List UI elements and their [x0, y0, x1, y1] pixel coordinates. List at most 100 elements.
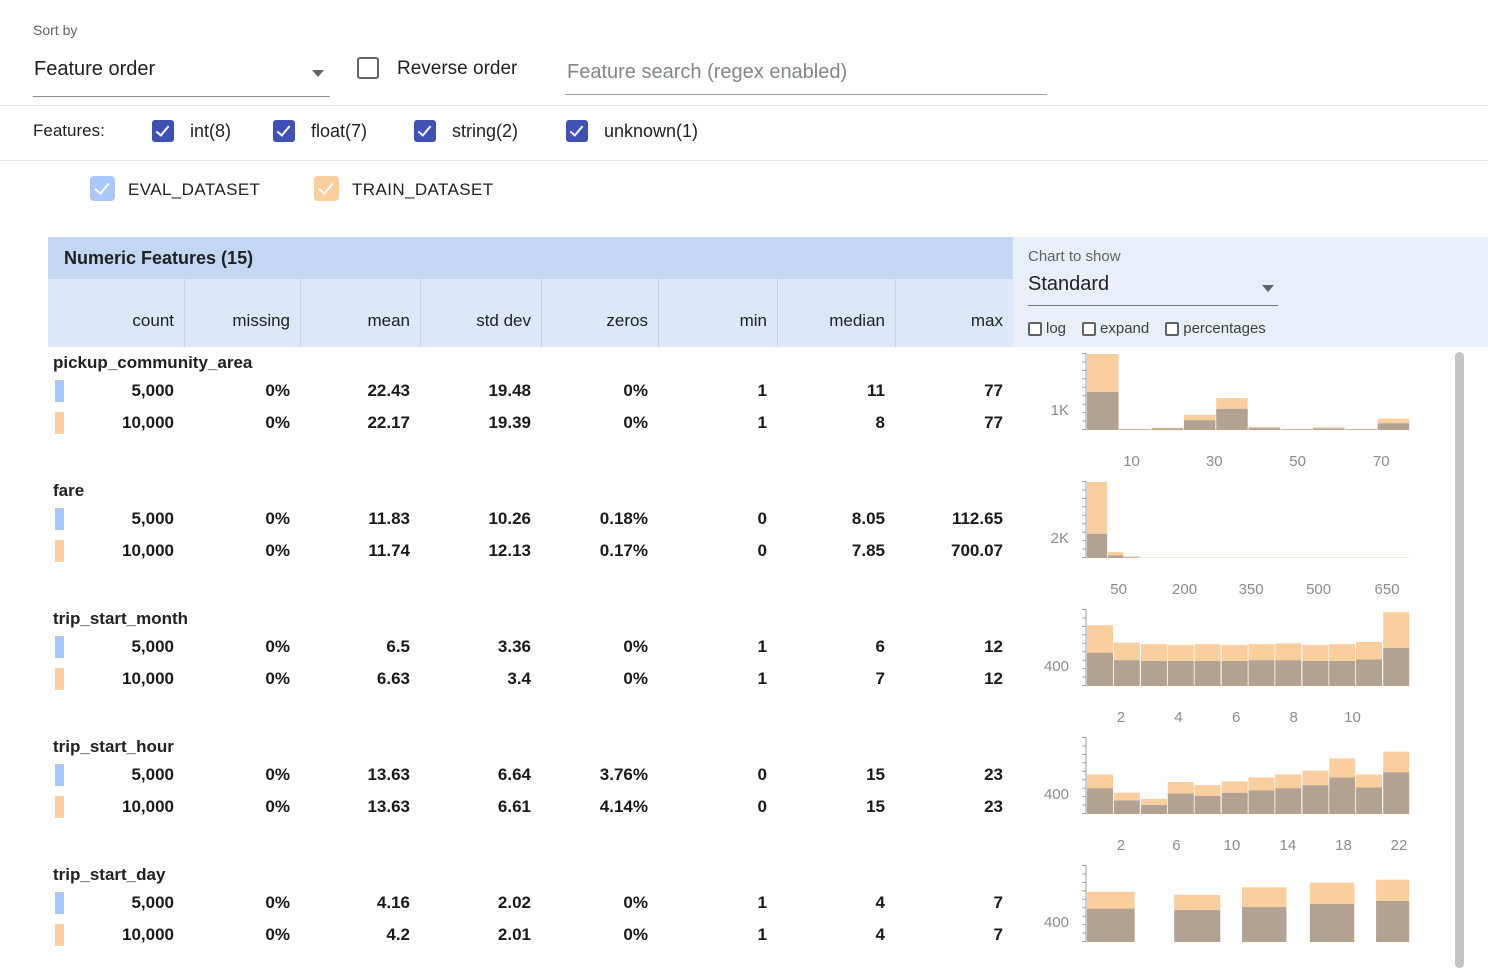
x-tick-label: 6: [1172, 837, 1180, 854]
train-stats-row: 10,0000%4.22.010%147: [48, 919, 1013, 951]
stat-value: 4: [777, 919, 895, 951]
x-tick-label: 22: [1391, 837, 1408, 854]
stat-value: 2.02: [420, 887, 541, 919]
reverse-order-checkbox[interactable]: [357, 57, 379, 79]
column-header-zeros: zeros: [541, 279, 658, 347]
chart-toggle-expand[interactable]: expand: [1082, 320, 1149, 337]
stat-value: 0%: [541, 631, 658, 663]
x-tick-label: 10: [1224, 837, 1241, 854]
stat-value: 5,000: [48, 887, 184, 919]
column-header-count: count: [48, 279, 184, 347]
eval-stats-row: 5,0000%13.636.643.76%01523: [48, 759, 1013, 791]
x-tick-label: 2: [1117, 709, 1125, 726]
chart-toggle-percentages[interactable]: percentages: [1165, 320, 1266, 337]
stat-value: 4.2: [300, 919, 420, 951]
percentages-checkbox[interactable]: [1165, 322, 1179, 336]
histogram-y-tick-label: 400: [1023, 914, 1073, 931]
chevron-down-icon: [312, 70, 324, 77]
filter-label-int: int(8): [190, 121, 231, 142]
train-swatch-icon: [55, 924, 64, 946]
stat-value: 77: [895, 375, 1013, 407]
x-tick-label: 30: [1206, 453, 1223, 470]
histogram-y-tick-label: 400: [1023, 658, 1073, 675]
percentages-label: percentages: [1183, 320, 1266, 337]
stat-value: 3.36: [420, 631, 541, 663]
chart-toggle-log[interactable]: log: [1028, 320, 1066, 337]
stat-value: 0%: [541, 887, 658, 919]
x-tick-label: 50: [1110, 581, 1127, 598]
stat-value: 6.63: [300, 663, 420, 695]
eval-swatch-icon: [55, 764, 64, 786]
stat-value: 1: [658, 919, 777, 951]
log-label: log: [1046, 320, 1066, 337]
stat-value: 7: [895, 919, 1013, 951]
stat-value: 0%: [184, 663, 300, 695]
log-checkbox[interactable]: [1028, 322, 1042, 336]
filter-checkbox-string[interactable]: [414, 120, 436, 142]
column-header-stddev: std dev: [420, 279, 541, 347]
stat-value: 0%: [541, 919, 658, 951]
filter-checkbox-int[interactable]: [152, 120, 174, 142]
histogram-y-tick-label: 2K: [1023, 530, 1073, 547]
train-dataset-checkbox[interactable]: [314, 176, 339, 201]
feature-histogram: 1K 10305070: [1023, 347, 1453, 475]
stat-value: 1: [658, 663, 777, 695]
eval-stats-row: 5,0000%6.53.360%1612: [48, 631, 1013, 663]
train-swatch-icon: [55, 412, 64, 434]
stat-value: 22.17: [300, 407, 420, 439]
expand-checkbox[interactable]: [1082, 322, 1096, 336]
filter-label-float: float(7): [311, 121, 367, 142]
stat-value: 23: [895, 759, 1013, 791]
chart-toggles: log expand percentages: [1028, 320, 1276, 337]
stat-value: 8.05: [777, 503, 895, 535]
eval-dataset-checkbox[interactable]: [90, 176, 115, 201]
column-headers: count missing mean std dev zeros min med…: [48, 279, 1013, 347]
stat-value: 5,000: [48, 503, 184, 535]
feature-histogram: 400 2610141822: [1023, 731, 1453, 859]
stat-value: 7.85: [777, 535, 895, 567]
stat-value: 19.48: [420, 375, 541, 407]
filter-checkbox-unknown[interactable]: [566, 120, 588, 142]
scrollbar-thumb[interactable]: [1455, 352, 1464, 968]
stat-value: 0: [658, 791, 777, 823]
eval-swatch-icon: [55, 380, 64, 402]
stat-value: 0%: [184, 535, 300, 567]
train-stats-row: 10,0000%11.7412.130.17%07.85700.07: [48, 535, 1013, 567]
x-tick-label: 14: [1280, 837, 1297, 854]
filter-checkbox-float[interactable]: [273, 120, 295, 142]
stat-value: 12: [895, 631, 1013, 663]
stat-value: 0%: [184, 503, 300, 535]
sort-by-select[interactable]: Feature order: [33, 52, 330, 97]
histogram-y-tick-label: 400: [1023, 786, 1073, 803]
divider: [0, 160, 1488, 161]
x-tick-label: 500: [1306, 581, 1331, 598]
chart-type-value: Standard: [1028, 271, 1278, 302]
train-stats-row: 10,0000%13.636.614.14%01523: [48, 791, 1013, 823]
facets-overview: Sort by Feature order Reverse order Feat…: [0, 0, 1488, 968]
stat-value: 4.16: [300, 887, 420, 919]
feature-histogram: 400: [1023, 859, 1453, 968]
histogram-x-tick-labels: 50200350500650: [1078, 581, 1418, 599]
train-swatch-icon: [55, 668, 64, 690]
x-tick-label: 350: [1239, 581, 1264, 598]
stat-value: 1: [658, 407, 777, 439]
histogram-y-tick-label: 1K: [1023, 402, 1073, 419]
x-tick-label: 10: [1123, 453, 1140, 470]
stat-value: 12.13: [420, 535, 541, 567]
stat-value: 15: [777, 791, 895, 823]
stat-value: 5,000: [48, 375, 184, 407]
stat-value: 3.76%: [541, 759, 658, 791]
train-swatch-icon: [55, 796, 64, 818]
chart-type-select[interactable]: Standard: [1028, 271, 1278, 306]
feature-histogram: 2K 50200350500650: [1023, 475, 1453, 603]
histogram-svg: [1078, 737, 1418, 815]
feature-search-input[interactable]: [565, 52, 1051, 92]
sort-by-value: Feature order: [33, 52, 330, 91]
feature-histogram: 400 246810: [1023, 603, 1453, 731]
stat-value: 11.83: [300, 503, 420, 535]
column-header-mean: mean: [300, 279, 420, 347]
stat-value: 5,000: [48, 759, 184, 791]
numeric-features-header: Numeric Features (15): [48, 237, 1013, 279]
column-header-median: median: [777, 279, 895, 347]
x-tick-label: 70: [1373, 453, 1390, 470]
